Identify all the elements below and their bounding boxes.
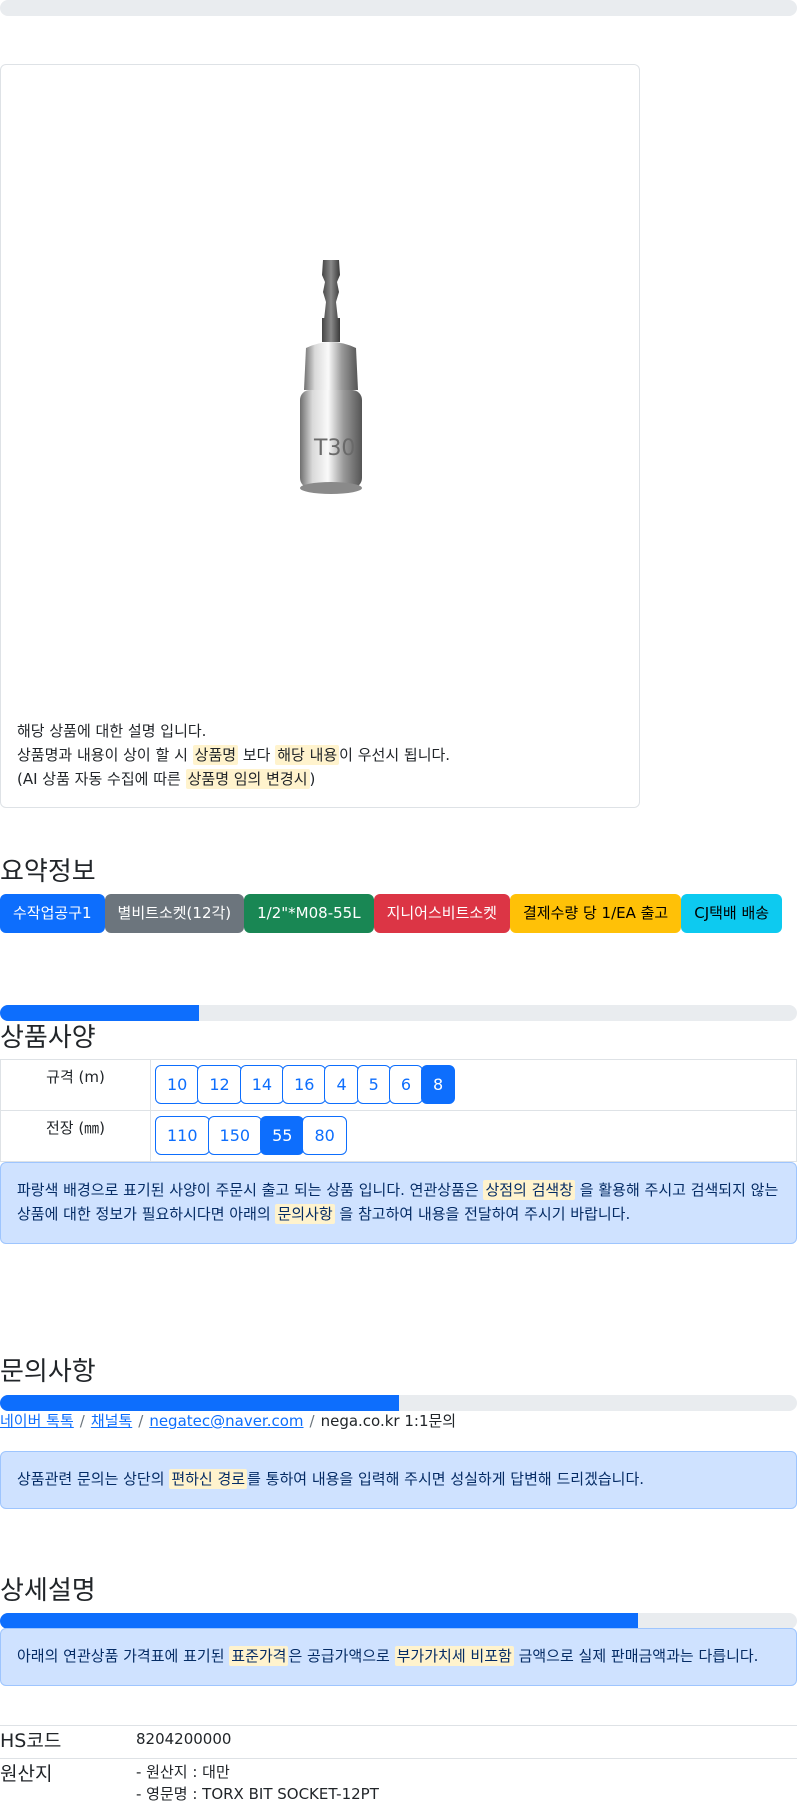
spec-label: 전장 (㎜) xyxy=(0,1110,151,1162)
image-engraving: T30 xyxy=(313,436,355,461)
desc-line-2: 상품명과 내용이 상이 할 시 상품명 보다 해당 내용 이 우선시 됩니다. xyxy=(17,745,451,765)
info-value-line: - 원산지 : 대만 xyxy=(136,1763,230,1781)
separator: / xyxy=(79,1412,85,1430)
contact-links: 네이버 톡톡 / 채널톡 / negatec@naver.com / nega.co.kr … xyxy=(0,1410,456,1431)
spec-progress-bar xyxy=(0,1005,797,1021)
spec-option-button[interactable]: 10 xyxy=(155,1065,200,1104)
product-description: 해당 상품에 대한 설명 입니다. 상품명과 내용이 상이 할 시 상품명 보다… xyxy=(17,719,627,791)
inquiry-title: 문의사항 xyxy=(0,1357,96,1387)
info-row: 원산지 - 원산지 : 대만 - 영문명 : TORX BIT SOCKET-12P… xyxy=(0,1758,797,1807)
info-row: HS코드 8204200000 xyxy=(0,1725,797,1759)
spec-table: 규격 (m) 10 12 14 16 4 5 6 8 전장 (㎜) 110 150 55 80 xyxy=(0,1059,797,1162)
spec-label: 규격 (m) xyxy=(0,1059,151,1111)
info-key: HS코드 xyxy=(0,1725,136,1759)
summary-badge: 1/2"*M08-55L xyxy=(244,894,374,933)
naver-talktalk-link[interactable]: 네이버 톡톡 xyxy=(0,1412,74,1430)
summary-badges: 수작업공구1 별비트소켓(12각) 1/2"*M08-55L 지니어스비트소켓 결제수량… xyxy=(0,894,783,933)
inquiry-progress-fill xyxy=(0,1395,399,1411)
summary-badge: 별비트소켓(12각) xyxy=(104,894,245,933)
info-value-line: - 영문명 : TORX BIT SOCKET-12PT xyxy=(136,1785,379,1803)
product-detail-page: T30 해당 상품에 대한 설명 입니다. 상품명과 내용이 상이 할 시 상품… xyxy=(0,0,797,1808)
inquiry-progress-bar xyxy=(0,1395,797,1411)
desc-line-1: 해당 상품에 대한 설명 입니다. xyxy=(17,722,207,740)
spec-option-button[interactable]: 6 xyxy=(388,1065,423,1104)
spec-options: 10 12 14 16 4 5 6 8 xyxy=(150,1059,797,1111)
spec-option-button[interactable]: 14 xyxy=(239,1065,285,1104)
email-link[interactable]: negatec@naver.com xyxy=(149,1412,303,1430)
summary-badge: CJ택배 배송 xyxy=(681,894,783,933)
spec-row: 규격 (m) 10 12 14 16 4 5 6 8 xyxy=(0,1059,797,1111)
spec-option-button[interactable]: 4 xyxy=(324,1065,359,1104)
channeltalk-link[interactable]: 채널톡 xyxy=(91,1412,132,1430)
info-value: - 원산지 : 대만 - 영문명 : TORX BIT SOCKET-12PT xyxy=(136,1758,797,1807)
separator: / xyxy=(138,1412,144,1430)
spec-option-button[interactable]: 12 xyxy=(197,1065,242,1104)
spec-option-button[interactable]: 150 xyxy=(207,1116,263,1155)
spec-title: 상품사양 xyxy=(0,1023,96,1053)
inquiry-notice: 상품관련 문의는 상단의 편하신 경로 를 통하여 내용을 입력해 주시면 성실하… xyxy=(0,1451,797,1509)
info-value: 8204200000 xyxy=(136,1725,797,1759)
spec-row: 전장 (㎜) 110 150 55 80 xyxy=(0,1110,797,1162)
spec-options: 110 150 55 80 xyxy=(150,1110,797,1162)
spec-option-button[interactable]: 16 xyxy=(282,1065,327,1104)
spec-option-button[interactable]: 110 xyxy=(155,1116,210,1155)
summary-title: 요약정보 xyxy=(0,857,96,887)
detail-notice: 아래의 연관상품 가격표에 표기된 표준가격 은 공급가액으로 부가가치세 비포함… xyxy=(0,1628,797,1686)
top-progress-bar xyxy=(0,0,797,16)
detail-progress-bar xyxy=(0,1613,797,1629)
desc-line-3: (AI 상품 자동 수집에 따른 상품명 임의 변경시) xyxy=(17,769,316,789)
product-card: T30 해당 상품에 대한 설명 입니다. 상품명과 내용이 상이 할 시 상품… xyxy=(0,64,640,808)
product-info-table: HS코드 8204200000 원산지 - 원산지 : 대만 - 영문명 : TORX … xyxy=(0,1725,797,1807)
summary-badge: 결제수량 당 1/EA 출고 xyxy=(509,894,682,933)
separator: / xyxy=(309,1412,315,1430)
info-key: 원산지 xyxy=(0,1758,136,1807)
spec-option-button[interactable]: 8 xyxy=(421,1065,456,1104)
summary-badge: 지니어스비트소켓 xyxy=(373,894,510,933)
detail-title: 상세설명 xyxy=(0,1576,96,1606)
summary-badge: 수작업공구1 xyxy=(0,894,105,933)
site-inquiry-text: nega.co.kr 1:1문의 xyxy=(320,1412,457,1430)
spec-option-button[interactable]: 80 xyxy=(302,1116,347,1155)
spec-notice: 파랑색 배경으로 표기된 사양이 주문시 출고 되는 상품 입니다. 연관상품은… xyxy=(0,1162,797,1244)
detail-progress-fill xyxy=(0,1613,638,1629)
spec-option-button[interactable]: 55 xyxy=(260,1116,305,1155)
product-image: T30 xyxy=(300,260,362,494)
spec-option-button[interactable]: 5 xyxy=(356,1065,391,1104)
info-value-line: 8204200000 xyxy=(136,1730,232,1748)
